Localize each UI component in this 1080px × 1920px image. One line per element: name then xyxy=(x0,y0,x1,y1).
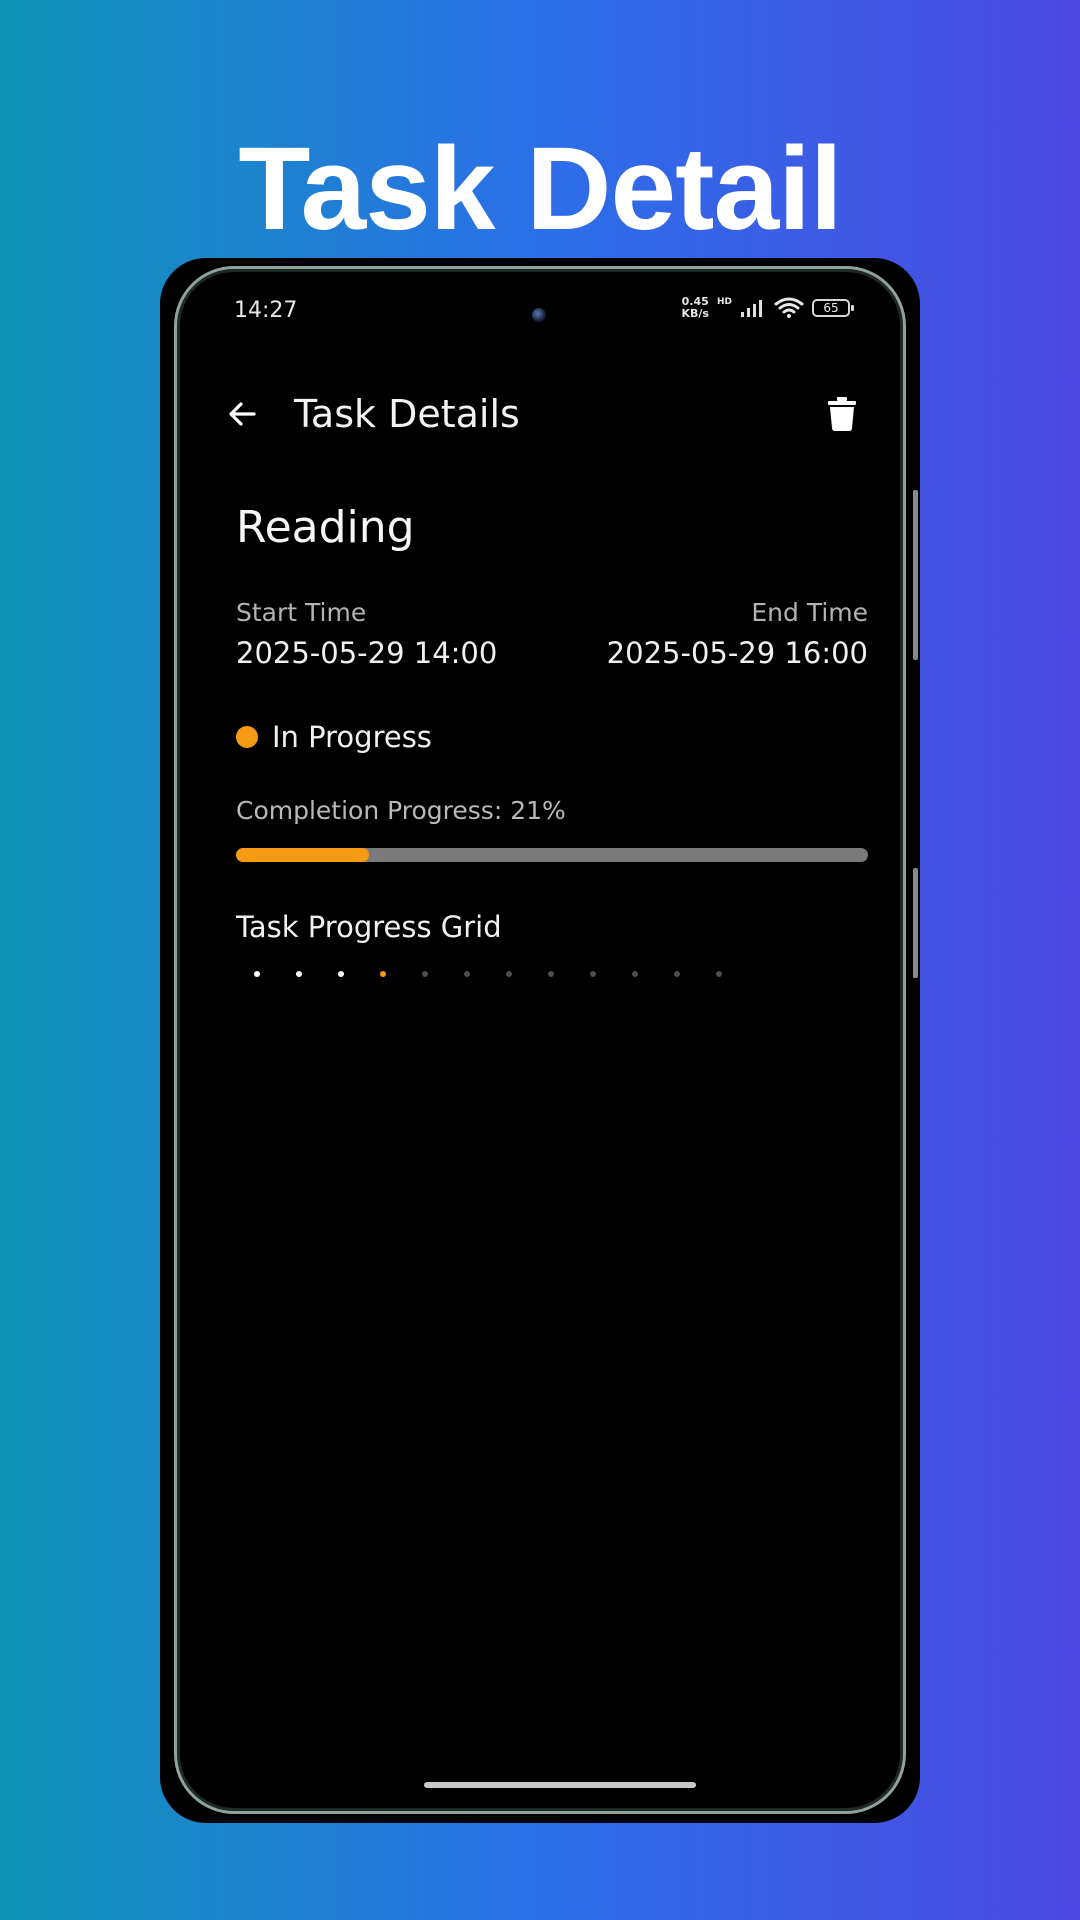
status-icons: 0.45 KB/s HD 65 xyxy=(682,296,854,320)
network-speed-unit: KB/s xyxy=(681,307,709,320)
status-time: 14:27 xyxy=(234,298,298,323)
start-time-label: Start Time xyxy=(236,598,367,627)
front-camera xyxy=(532,308,546,322)
app-bar-title: Task Details xyxy=(294,392,520,436)
grid-cell-done xyxy=(296,971,302,977)
task-name: Reading xyxy=(236,502,415,553)
status-indicator-dot xyxy=(236,726,258,748)
grid-cell-current xyxy=(380,971,386,977)
power-key xyxy=(913,868,918,978)
grid-cell-pending xyxy=(464,971,470,977)
phone-frame: 14:27 0.45 KB/s HD 65 Task Details Readi… xyxy=(160,258,920,1823)
wifi-icon xyxy=(774,297,804,318)
trash-icon xyxy=(828,397,856,431)
grid-cell-pending xyxy=(506,971,512,977)
promo-title: Task Detail xyxy=(238,123,842,255)
volume-key xyxy=(913,490,918,660)
arrow-left-icon xyxy=(229,402,256,426)
progress-bar xyxy=(236,848,868,862)
grid-cell-pending xyxy=(716,971,722,977)
battery-icon: 65 xyxy=(812,299,854,317)
grid-cell-pending xyxy=(674,971,680,977)
phone-screen: 14:27 0.45 KB/s HD 65 Task Details Readi… xyxy=(194,274,886,1806)
app-bar: Task Details xyxy=(194,384,886,444)
hd-label: HD xyxy=(716,297,732,307)
network-speed: 0.45 KB/s xyxy=(682,296,709,320)
progress-grid xyxy=(254,964,758,984)
delete-button[interactable] xyxy=(818,390,866,438)
grid-cell-done xyxy=(338,971,344,977)
grid-cell-pending xyxy=(590,971,596,977)
grid-cell-pending xyxy=(422,971,428,977)
grid-cell-pending xyxy=(632,971,638,977)
grid-title: Task Progress Grid xyxy=(236,910,502,944)
progress-bar-fill xyxy=(236,848,369,862)
task-status: In Progress xyxy=(236,720,432,754)
back-button[interactable] xyxy=(220,392,264,436)
home-indicator[interactable] xyxy=(424,1782,696,1788)
end-time-value: 2025-05-29 16:00 xyxy=(606,636,868,670)
start-time-value: 2025-05-29 14:00 xyxy=(236,636,498,670)
status-bar: 14:27 0.45 KB/s HD 65 xyxy=(194,274,886,346)
end-time-label: End Time xyxy=(751,598,868,627)
signal-icon xyxy=(741,300,762,317)
status-text: In Progress xyxy=(272,720,432,754)
grid-cell-pending xyxy=(548,971,554,977)
grid-cell-done xyxy=(254,971,260,977)
progress-label: Completion Progress: 21% xyxy=(236,796,566,825)
